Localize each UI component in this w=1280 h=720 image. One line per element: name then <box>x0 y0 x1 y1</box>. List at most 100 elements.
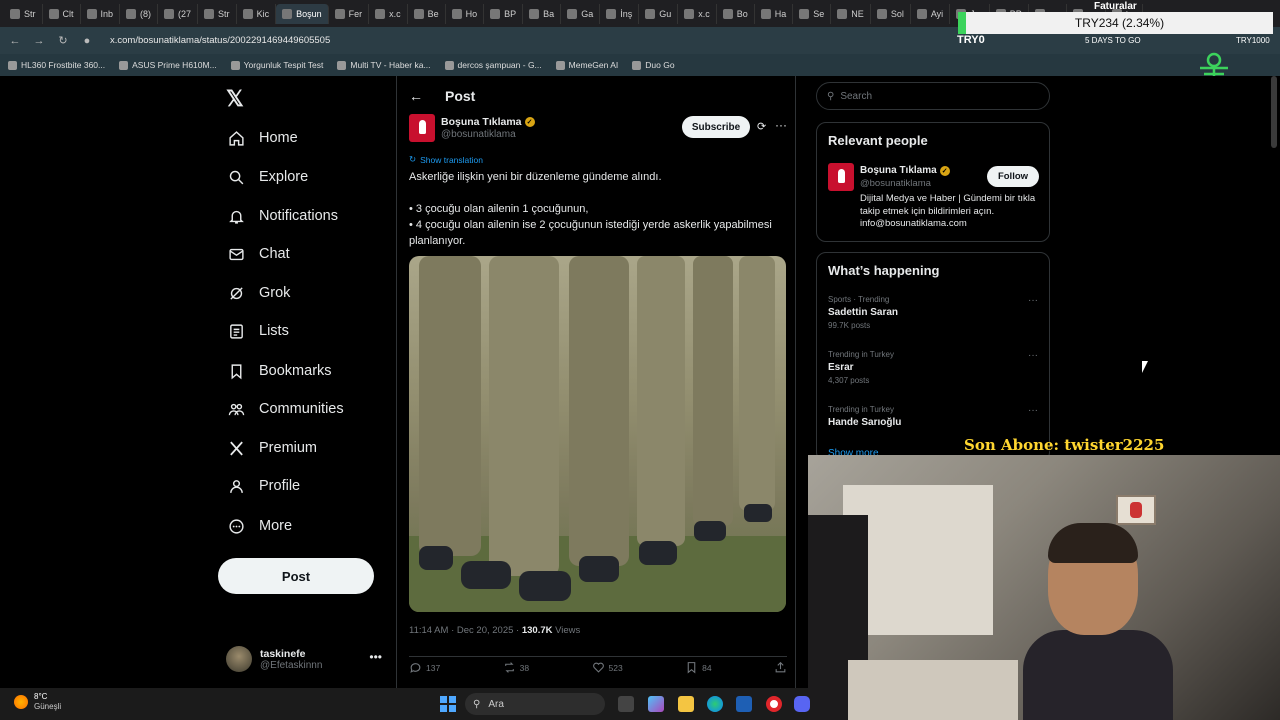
follow-button[interactable]: Follow <box>987 166 1039 187</box>
browser-tab-label: Kic <box>256 8 270 19</box>
file-explorer-icon[interactable] <box>678 696 694 712</box>
browser-tab[interactable]: Sol <box>871 3 911 24</box>
bookmark-item[interactable]: HL360 Frostbite 360... <box>8 60 105 70</box>
store-icon[interactable] <box>736 696 752 712</box>
page-scrollbar[interactable] <box>1271 76 1277 148</box>
browser-tab[interactable]: Ho <box>446 3 485 24</box>
browser-tab[interactable]: x.c <box>369 3 408 24</box>
discord-icon[interactable] <box>794 696 810 712</box>
opera-icon[interactable] <box>766 696 782 712</box>
forward-icon[interactable]: → <box>32 35 46 47</box>
subscribe-button[interactable]: Subscribe <box>682 116 750 138</box>
edge-icon[interactable] <box>707 696 723 712</box>
stream-code: TRY0 <box>957 34 985 46</box>
trend-context: Trending in Turkey <box>828 350 894 359</box>
back-arrow-icon[interactable]: ← <box>409 88 423 104</box>
url-field[interactable]: x.com/bosunatiklama/status/2002291469449… <box>110 35 330 46</box>
browser-tab[interactable]: Clt <box>43 3 81 24</box>
browser-tab[interactable]: Ayi <box>911 3 951 24</box>
bookmark-item[interactable]: Yorgunluk Tespit Test <box>230 60 323 70</box>
browser-tab[interactable]: Str <box>4 3 43 24</box>
taskbar-search[interactable]: ⚲ Ara <box>465 693 605 715</box>
site-info-icon[interactable]: ● <box>80 35 94 47</box>
bookmark-icon <box>687 662 696 674</box>
weather-widget[interactable]: 8°C Güneşli <box>14 692 61 712</box>
more-dots-icon[interactable]: ··· <box>1028 350 1038 361</box>
browser-tab[interactable]: Str <box>198 3 237 24</box>
browser-tab[interactable]: İnş <box>600 3 640 24</box>
back-icon[interactable]: ← <box>8 35 22 47</box>
author-handle[interactable]: @bosunatiklama <box>441 129 516 140</box>
compose-post-button[interactable]: Post <box>218 558 374 594</box>
post-image[interactable] <box>409 256 786 612</box>
author-name-row[interactable]: Boşuna Tıklama ✓ <box>441 116 535 128</box>
browser-tab[interactable]: BP <box>484 3 524 24</box>
more-dots-icon[interactable]: ··· <box>1028 295 1038 306</box>
browser-tab-label: Ho <box>465 8 478 19</box>
browser-tab[interactable]: Fer <box>329 3 370 24</box>
browser-tab[interactable]: NE <box>831 3 871 24</box>
bookmark-item[interactable]: dercos şampuan - G... <box>444 60 542 70</box>
sun-icon <box>14 695 28 709</box>
start-button[interactable] <box>440 696 456 712</box>
nav-item-home[interactable]: Home <box>228 126 298 150</box>
browser-tab[interactable]: (27 <box>158 3 199 24</box>
nav-item-grok[interactable]: Grok <box>228 281 290 305</box>
browser-tab[interactable]: Gu <box>639 3 679 24</box>
browser-tab[interactable]: Be <box>408 3 446 24</box>
nav-item-chat[interactable]: Chat <box>228 242 290 266</box>
trend-item[interactable]: Trending in Turkey Hande Sarıoğlu ··· <box>828 405 1038 428</box>
trend-item[interactable]: Trending in Turkey Esrar 4,307 posts ··· <box>828 350 1038 385</box>
browser-tab[interactable]: Ba <box>523 3 562 24</box>
browser-tab[interactable]: Bo <box>717 3 755 24</box>
nav-item-notifications[interactable]: Notifications <box>228 204 338 228</box>
bookmark-button[interactable]: 84 <box>685 661 712 674</box>
nav-item-communities[interactable]: Communities <box>228 397 344 421</box>
more-dots-icon[interactable]: ··· <box>775 118 787 132</box>
bookmark-item[interactable]: MemeGen AI <box>555 60 618 70</box>
x-logo-icon[interactable]: 𝕏 <box>226 86 244 112</box>
bookmark-item[interactable]: ASUS Prime H610M... <box>119 60 217 70</box>
task-view-icon[interactable] <box>618 696 634 712</box>
copilot-icon[interactable] <box>648 696 664 712</box>
browser-tab-label: Se <box>813 8 825 19</box>
browser-tab[interactable]: Boşun <box>276 3 329 24</box>
grok-icon[interactable]: ⟳ <box>757 120 766 133</box>
browser-tab[interactable]: Ga <box>561 3 601 24</box>
author-avatar[interactable] <box>409 114 435 142</box>
nav-item-premium[interactable]: Premium <box>228 436 317 460</box>
nav-item-more[interactable]: More <box>228 514 292 538</box>
author-name: Boşuna Tıklama <box>441 116 522 128</box>
browser-tab[interactable]: x.c <box>678 3 717 24</box>
account-switcher[interactable]: taskinefe @Efetaskinnn ••• <box>226 642 386 676</box>
more-dots-icon[interactable]: ••• <box>369 650 382 664</box>
browser-tab[interactable]: (8) <box>120 3 159 24</box>
share-button[interactable] <box>774 661 787 674</box>
account-name: taskinefe <box>260 647 306 660</box>
bookmark-item[interactable]: Multi TV - Haber ka... <box>337 60 431 70</box>
repost-button[interactable]: 38 <box>503 661 529 674</box>
nav-item-profile[interactable]: Profile <box>228 474 300 498</box>
more-dots-icon[interactable]: ··· <box>1028 405 1038 416</box>
trend-item[interactable]: Sports · Trending Sadettin Saran 99.7K p… <box>828 295 1038 330</box>
relevant-person-handle[interactable]: @bosunatiklama <box>860 178 931 189</box>
search-input[interactable]: ⚲ Search <box>816 82 1050 110</box>
reply-button[interactable]: 137 <box>409 661 440 674</box>
browser-tab[interactable]: Inb <box>81 3 121 24</box>
browser-tab[interactable]: Se <box>793 3 832 24</box>
page-title: Post <box>445 88 476 104</box>
avatar <box>226 646 252 672</box>
nav-item-bookmarks[interactable]: Bookmarks <box>228 359 332 383</box>
relevant-person-avatar[interactable] <box>828 163 854 191</box>
bookmark-item[interactable]: Duo Go <box>632 60 675 70</box>
tab-favicon-icon <box>837 8 848 19</box>
browser-tab-label: Ba <box>543 8 555 19</box>
like-button[interactable]: 523 <box>592 661 623 674</box>
browser-tab[interactable]: Kic <box>237 3 277 24</box>
reload-icon[interactable]: ↻ <box>56 34 70 47</box>
nav-item-explore[interactable]: Explore <box>228 165 308 189</box>
nav-item-lists[interactable]: Lists <box>228 319 289 343</box>
show-translation-link[interactable]: ↻ Show translation <box>409 154 483 165</box>
relevant-person-name-row[interactable]: Boşuna Tıklama ✓ <box>860 165 950 176</box>
browser-tab[interactable]: Ha <box>755 3 794 24</box>
